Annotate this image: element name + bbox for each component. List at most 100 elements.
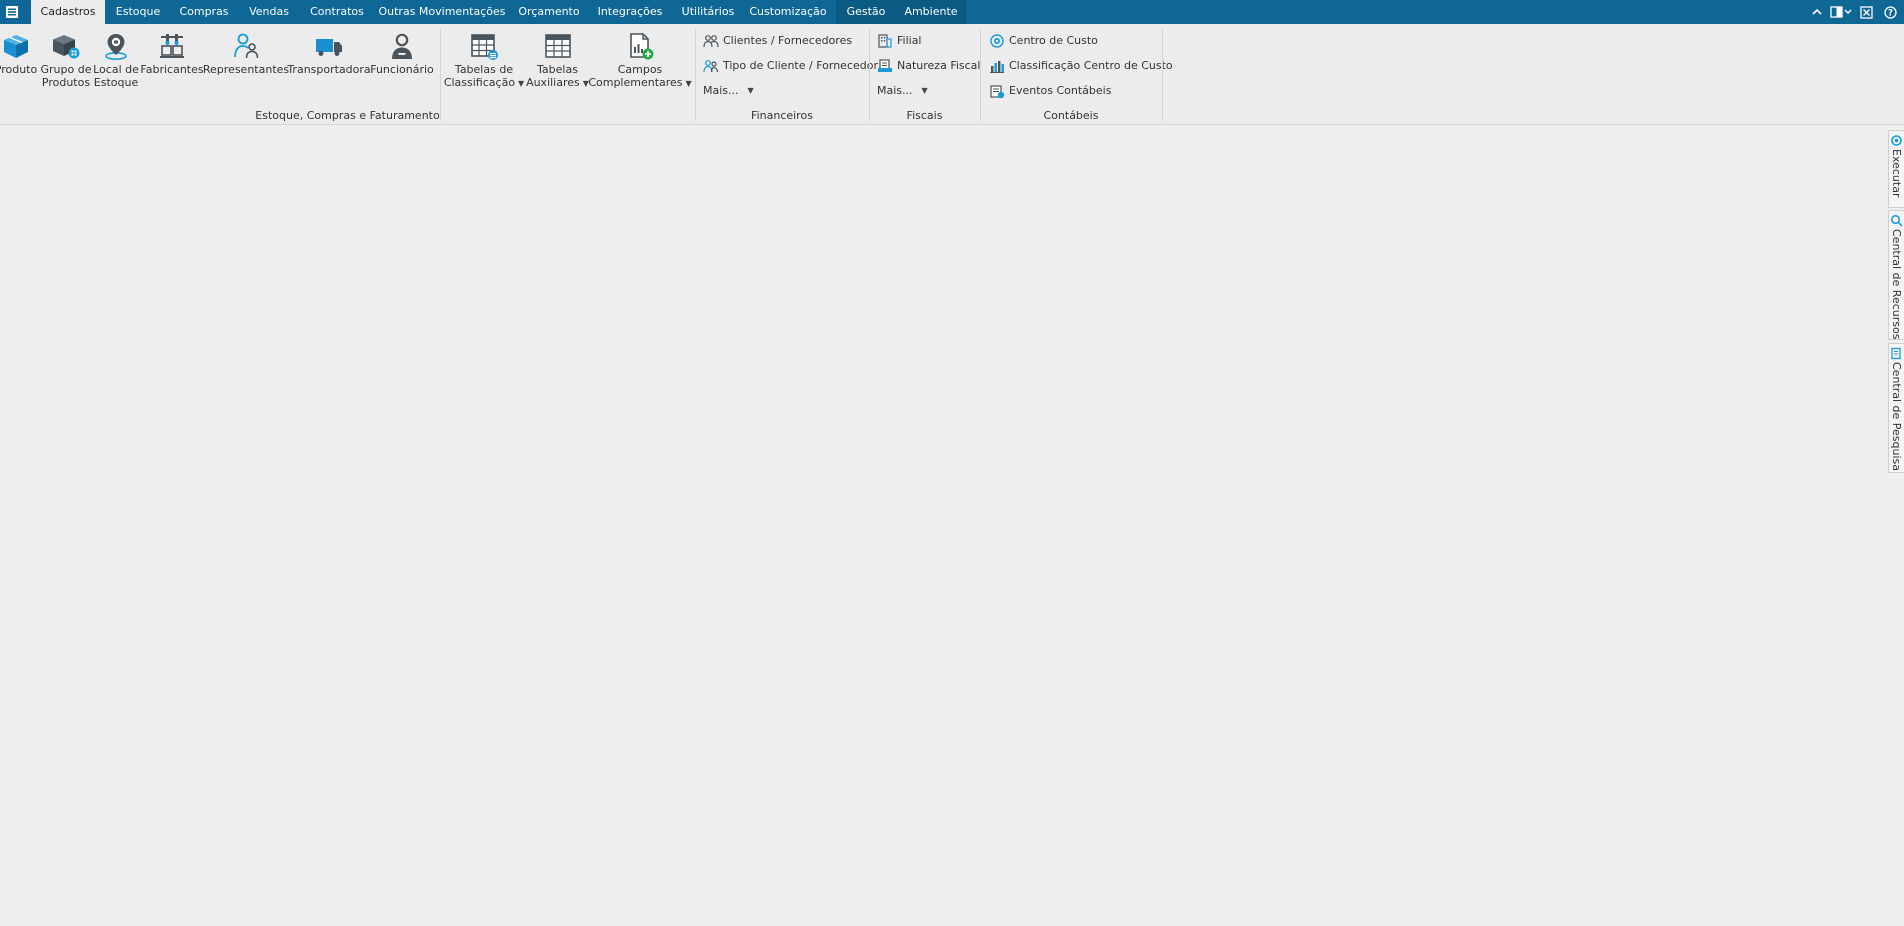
table-list-icon bbox=[471, 34, 498, 60]
ribbon-divider bbox=[440, 29, 441, 121]
fabricantes-button[interactable]: Fabricantes bbox=[140, 30, 204, 102]
side-tab-central-de-pesquisa[interactable]: Central de Pesquisa bbox=[1888, 343, 1904, 473]
ribbon-divider bbox=[869, 29, 870, 121]
tab-cadastros[interactable]: Cadastros bbox=[31, 0, 105, 24]
natureza-fiscal-button[interactable]: Natureza Fiscal bbox=[877, 57, 980, 75]
app-menu-button[interactable] bbox=[0, 0, 24, 24]
side-tab-central-de-recursos-label: Central de Recursos bbox=[1890, 229, 1903, 340]
chevron-up-icon bbox=[1812, 8, 1822, 15]
tipo-cliente-fornecedor-label: Tipo de Cliente / Fornecedor bbox=[723, 59, 878, 72]
gear-icon bbox=[1891, 135, 1902, 146]
target-gear-icon bbox=[990, 34, 1004, 48]
app-menu-icon bbox=[6, 6, 18, 18]
tab-integracoes[interactable]: Integrações bbox=[593, 0, 667, 24]
side-tab-central-de-pesquisa-label: Central de Pesquisa bbox=[1890, 362, 1903, 472]
representantes-label: Representantes bbox=[202, 63, 290, 76]
clientes-fornecedores-label: Clientes / Fornecedores bbox=[723, 34, 853, 47]
layout-icon bbox=[1830, 6, 1852, 18]
classificacao-centro-de-custo-label: Classificação Centro de Custo bbox=[1009, 59, 1173, 72]
truck-icon bbox=[316, 39, 342, 56]
grupo-de-produtos-button[interactable]: Grupo de Produtos bbox=[40, 30, 92, 102]
produto-label: Produto bbox=[0, 63, 38, 76]
tabelas-auxiliares-button[interactable]: Tabelas Auxiliares ▼ bbox=[525, 30, 590, 102]
people-icon bbox=[703, 35, 719, 48]
location-pin-icon bbox=[105, 34, 127, 60]
tab-contratos[interactable]: Contratos bbox=[304, 0, 370, 24]
local-de-estoque-button[interactable]: Local de Estoque bbox=[93, 30, 139, 102]
chevron-down-icon: ▼ bbox=[921, 86, 928, 95]
tab-orcamento[interactable]: Orçamento bbox=[513, 0, 585, 24]
fiscais-mais-label: Mais... bbox=[877, 84, 913, 97]
factory-icon bbox=[160, 34, 184, 58]
funcionario-label: Funcionário bbox=[370, 63, 434, 76]
campos-complementares-button[interactable]: Campos Complementares ▼ bbox=[588, 30, 692, 102]
produto-button[interactable]: Produto bbox=[0, 30, 38, 102]
tab-utilitarios[interactable]: Utilitários bbox=[673, 0, 743, 24]
financeiros-mais-label: Mais... bbox=[703, 84, 739, 97]
people-type-icon bbox=[703, 60, 719, 73]
side-tab-executar[interactable]: Executar bbox=[1888, 130, 1904, 208]
group-label-financeiros: Financeiros bbox=[751, 109, 813, 122]
transportadora-button[interactable]: Transportadora bbox=[287, 30, 371, 102]
centro-de-custo-button[interactable]: Centro de Custo bbox=[989, 32, 1098, 50]
table-grid-icon bbox=[544, 34, 571, 58]
chevron-down-icon: ▼ bbox=[747, 86, 754, 95]
close-icon bbox=[1859, 5, 1873, 19]
campos-complementares-label: Campos Complementares ▼ bbox=[588, 63, 692, 89]
filial-button[interactable]: Filial bbox=[877, 32, 922, 50]
collapse-ribbon-button[interactable] bbox=[1808, 3, 1826, 21]
help-icon: ? bbox=[1883, 5, 1897, 19]
help-button[interactable]: ? bbox=[1881, 3, 1899, 21]
layout-button[interactable] bbox=[1829, 3, 1853, 21]
ribbon-panel: Produto Grupo de Produtos Local de Estoq… bbox=[0, 24, 1904, 125]
chevron-down-icon: ▼ bbox=[518, 78, 525, 88]
box-icon bbox=[4, 35, 28, 58]
document-search-icon bbox=[1891, 347, 1901, 360]
tab-customizacao[interactable]: Customização bbox=[747, 0, 829, 24]
classificacao-centro-de-custo-button[interactable]: Classificação Centro de Custo bbox=[989, 57, 1173, 75]
tabelas-de-classificacao-button[interactable]: Tabelas de Classificação ▼ bbox=[443, 30, 525, 102]
svg-text:?: ? bbox=[1888, 8, 1893, 18]
fabricantes-label: Fabricantes bbox=[140, 63, 204, 76]
tab-estoque[interactable]: Estoque bbox=[108, 0, 168, 24]
building-icon bbox=[878, 34, 892, 48]
representantes-button[interactable]: Representantes bbox=[202, 30, 290, 102]
ribbon-divider bbox=[695, 29, 696, 121]
side-tab-central-de-recursos[interactable]: Central de Recursos bbox=[1888, 210, 1904, 340]
filial-label: Filial bbox=[897, 34, 922, 47]
tab-gestao[interactable]: Gestão bbox=[836, 0, 896, 24]
group-label-fiscais: Fiscais bbox=[906, 109, 943, 122]
financeiros-mais-button[interactable]: Mais... ▼ bbox=[703, 82, 754, 100]
chevron-down-icon: ▼ bbox=[685, 78, 692, 88]
representative-icon bbox=[234, 33, 259, 59]
document-add-icon bbox=[630, 33, 654, 60]
ribbon-divider bbox=[1162, 29, 1163, 121]
bar-chart-icon bbox=[990, 61, 1004, 73]
tab-compras[interactable]: Compras bbox=[173, 0, 235, 24]
group-label-estoque: Estoque, Compras e Faturamento bbox=[255, 109, 440, 122]
clientes-fornecedores-button[interactable]: Clientes / Fornecedores bbox=[703, 32, 852, 50]
accounting-events-icon bbox=[990, 85, 1005, 99]
search-icon bbox=[1890, 214, 1903, 227]
tab-outras-movimentacoes[interactable]: Outras Movimentações bbox=[377, 0, 507, 24]
side-tab-executar-label: Executar bbox=[1890, 149, 1903, 198]
eventos-contabeis-label: Eventos Contábeis bbox=[1009, 84, 1112, 97]
close-window-button[interactable] bbox=[1857, 3, 1875, 21]
tabelas-de-classificacao-label: Tabelas de Classificação ▼ bbox=[443, 63, 525, 89]
grupo-de-produtos-label: Grupo de Produtos bbox=[40, 63, 92, 89]
employee-icon bbox=[392, 33, 412, 59]
funcionario-button[interactable]: Funcionário bbox=[370, 30, 434, 102]
local-de-estoque-label: Local de Estoque bbox=[93, 63, 139, 89]
ribbon-divider bbox=[980, 29, 981, 121]
tab-vendas[interactable]: Vendas bbox=[242, 0, 296, 24]
fiscais-mais-button[interactable]: Mais... ▼ bbox=[877, 82, 928, 100]
tabelas-auxiliares-label: Tabelas Auxiliares ▼ bbox=[526, 63, 589, 89]
eventos-contabeis-button[interactable]: Eventos Contábeis bbox=[989, 82, 1111, 100]
invoice-icon bbox=[878, 59, 892, 72]
centro-de-custo-label: Centro de Custo bbox=[1009, 34, 1098, 47]
box-group-icon bbox=[53, 35, 80, 59]
tipo-cliente-fornecedor-button[interactable]: Tipo de Cliente / Fornecedor bbox=[703, 57, 878, 75]
group-label-contabeis: Contábeis bbox=[1043, 109, 1099, 122]
transportadora-label: Transportadora bbox=[287, 63, 371, 76]
tab-ambiente[interactable]: Ambiente bbox=[896, 0, 966, 24]
